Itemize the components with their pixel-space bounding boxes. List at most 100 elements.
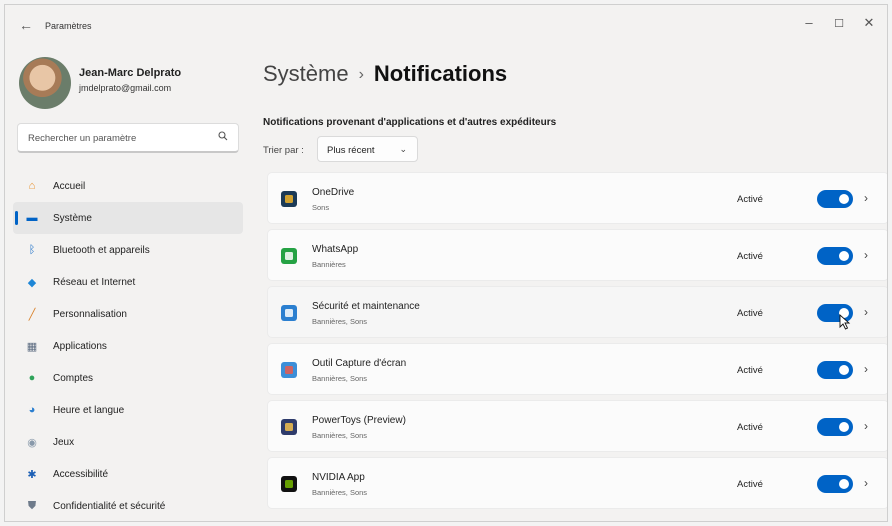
sidebar-item-accessibility[interactable]: ✱ Accessibilité xyxy=(13,458,243,490)
chevron-down-icon: ⌄ xyxy=(399,144,407,154)
gamepad-icon: ◉ xyxy=(27,436,37,449)
network-icon: ◆ xyxy=(27,276,37,289)
sidebar-item-label: Accueil xyxy=(53,180,86,192)
app-notification-list: OneDrive Sons Activé › WhatsApp Bannières Acti… xyxy=(267,172,887,514)
app-notification-types: Bannières, Sons xyxy=(312,431,368,440)
sidebar-item-label: Jeux xyxy=(53,436,75,448)
minimize-icon[interactable]: – xyxy=(797,15,821,30)
toggle-knob xyxy=(839,194,849,204)
app-name: Outil Capture d'écran xyxy=(312,358,407,369)
app-name: PowerToys (Preview) xyxy=(312,415,406,426)
sort-label: Trier par : xyxy=(263,145,304,156)
section-title: Notifications provenant d'applications e… xyxy=(263,117,557,128)
sidebar-item-label: Heure et langue xyxy=(53,404,125,416)
sort-dropdown[interactable]: Plus récent ⌄ xyxy=(317,136,418,162)
app-name: Sécurité et maintenance xyxy=(312,301,420,312)
sidebar-item-system[interactable]: ▬ Système xyxy=(13,202,243,234)
security-maintenance-icon xyxy=(281,305,297,321)
sidebar-item-brush[interactable]: ╱ Personnalisation xyxy=(13,298,243,330)
avatar[interactable] xyxy=(19,57,71,109)
bluetooth-icon: ᛒ xyxy=(28,244,36,256)
selection-indicator xyxy=(15,211,18,225)
page-title: Notifications xyxy=(373,61,508,86)
app-notification-types: Bannières, Sons xyxy=(312,374,368,383)
chevron-right-icon[interactable]: › xyxy=(864,248,868,262)
sort-value: Plus récent xyxy=(327,145,375,156)
list-item[interactable]: Sécurité et maintenance Bannières, Sons Ac… xyxy=(267,286,887,338)
user-email: jmdelprato@gmail.com xyxy=(79,83,172,93)
sidebar-item-label: Applications xyxy=(53,340,107,352)
sidebar-item-home[interactable]: ⌂ Accueil xyxy=(13,170,243,202)
sidebar-item-globe-clock[interactable]: ◕ Heure et langue xyxy=(13,394,243,426)
toggle-status-label: Activé xyxy=(737,479,763,490)
sidebar-item-account[interactable]: ● Comptes xyxy=(13,362,243,394)
user-name: Jean-Marc Delprato xyxy=(79,67,182,79)
toggle-status-label: Activé xyxy=(737,194,763,205)
settings-window: ← Paramètres – ☐ ✕ Jean-Marc Delprato jm… xyxy=(4,4,888,522)
list-item[interactable]: PowerToys (Preview) Bannières, Sons Activé… xyxy=(267,400,887,452)
sidebar-item-label: Personnalisation xyxy=(53,308,127,320)
search-placeholder: Rechercher un paramètre xyxy=(28,133,137,144)
notification-toggle[interactable] xyxy=(817,361,853,379)
sidebar-item-label: Bluetooth et appareils xyxy=(53,244,150,256)
title-bar: ← Paramètres – ☐ ✕ xyxy=(5,5,887,45)
notification-toggle[interactable] xyxy=(817,475,853,493)
toggle-status-label: Activé xyxy=(737,365,763,376)
sidebar-item-label: Accessibilité xyxy=(53,468,109,480)
search-input[interactable]: Rechercher un paramètre xyxy=(17,123,239,153)
onedrive-icon xyxy=(281,191,297,207)
list-item[interactable]: WhatsApp Bannières Activé › xyxy=(267,229,887,281)
home-icon: ⌂ xyxy=(28,180,36,192)
sidebar-item-label: Comptes xyxy=(53,372,94,384)
toggle-status-label: Activé xyxy=(737,308,763,319)
toggle-status-label: Activé xyxy=(737,251,763,262)
shield-icon: ⛊ xyxy=(27,499,37,512)
app-notification-types: Sons xyxy=(312,203,330,212)
globe-clock-icon: ◕ xyxy=(28,404,36,416)
chevron-right-icon[interactable]: › xyxy=(864,191,868,205)
snipping-tool-icon xyxy=(281,362,297,378)
app-name: OneDrive xyxy=(312,187,355,198)
notification-toggle[interactable] xyxy=(817,418,853,436)
system-icon: ▬ xyxy=(26,212,38,224)
app-name: NVIDIA App xyxy=(312,472,365,483)
breadcrumb-separator: › xyxy=(358,66,364,83)
accessibility-icon: ✱ xyxy=(27,468,37,481)
brush-icon: ╱ xyxy=(28,308,36,321)
search-icon[interactable] xyxy=(218,131,228,144)
app-name: WhatsApp xyxy=(312,244,359,255)
back-arrow-icon[interactable]: ← xyxy=(19,17,33,33)
nvidia-icon xyxy=(281,476,297,492)
notification-toggle[interactable] xyxy=(817,247,853,265)
sidebar-item-gamepad[interactable]: ◉ Jeux xyxy=(13,426,243,458)
list-item[interactable]: Outil Capture d'écran Bannières, Sons Acti… xyxy=(267,343,887,395)
whatsapp-icon xyxy=(281,248,297,264)
app-notification-types: Bannières xyxy=(312,260,346,269)
breadcrumb-parent[interactable]: Système xyxy=(263,61,349,86)
apps-icon: ▦ xyxy=(26,340,38,353)
powertoys-icon xyxy=(281,419,297,435)
chevron-right-icon[interactable]: › xyxy=(864,362,868,376)
sidebar-item-bluetooth[interactable]: ᛒ Bluetooth et appareils xyxy=(13,234,243,266)
maximize-icon[interactable]: ☐ xyxy=(827,17,851,30)
toggle-knob xyxy=(839,365,849,375)
close-icon[interactable]: ✕ xyxy=(857,15,881,31)
account-icon: ● xyxy=(28,372,36,384)
list-item[interactable]: NVIDIA App Bannières, Sons Activé › xyxy=(267,457,887,509)
breadcrumb: Système › Notifications xyxy=(263,61,507,87)
toggle-knob xyxy=(839,479,849,489)
chevron-right-icon[interactable]: › xyxy=(864,419,868,433)
toggle-knob xyxy=(839,422,849,432)
chevron-right-icon[interactable]: › xyxy=(864,476,868,490)
sidebar-item-apps[interactable]: ▦ Applications xyxy=(13,330,243,362)
sidebar-item-label: Réseau et Internet xyxy=(53,276,136,288)
notification-toggle[interactable] xyxy=(817,190,853,208)
sidebar-item-shield[interactable]: ⛊ Confidentialité et sécurité xyxy=(13,490,243,521)
sidebar-item-label: Confidentialité et sécurité xyxy=(53,500,166,512)
sidebar-nav: ⌂ Accueil ▬ Système ᛒ Bluetooth et appareils ◆… xyxy=(13,170,243,521)
window-title: Paramètres xyxy=(45,21,92,31)
chevron-right-icon[interactable]: › xyxy=(864,305,868,319)
sidebar-item-label: Système xyxy=(53,212,92,224)
list-item[interactable]: OneDrive Sons Activé › xyxy=(267,172,887,224)
sidebar-item-network[interactable]: ◆ Réseau et Internet xyxy=(13,266,243,298)
